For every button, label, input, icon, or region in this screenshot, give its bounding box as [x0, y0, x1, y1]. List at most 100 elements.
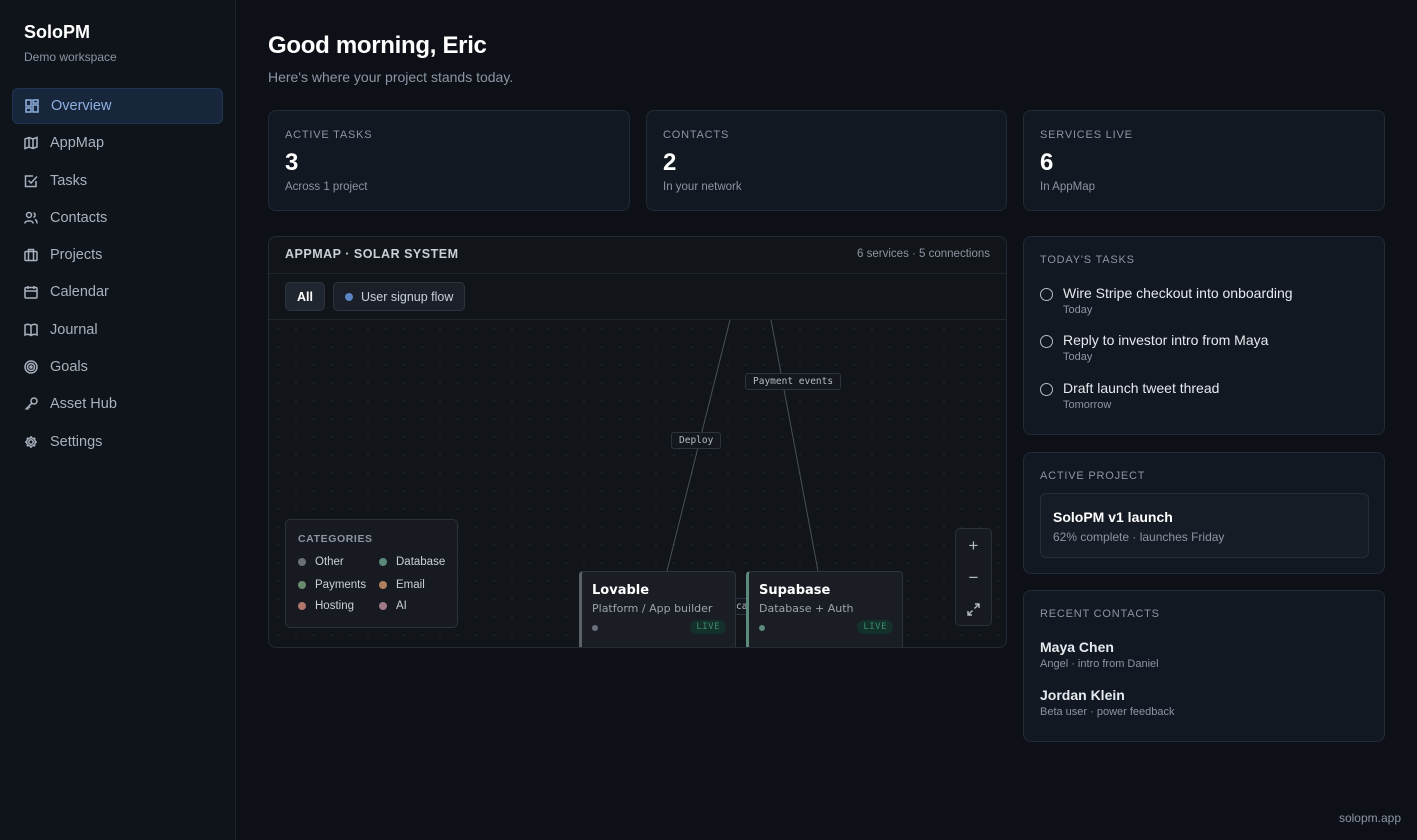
node-description: Database + Auth [759, 602, 854, 615]
legend-label: Other [315, 556, 344, 568]
stat-label: CONTACTS [663, 129, 730, 141]
sidebar-item-overview[interactable]: Overview [12, 88, 223, 124]
project-name: SoloPM v1 launch [1053, 509, 1173, 525]
task-checkbox[interactable] [1040, 288, 1053, 301]
stat-card-contacts[interactable]: CONTACTS 2 In your network [646, 110, 1007, 211]
legend-item-email: Email [379, 579, 425, 591]
sidebar-item-appmap[interactable]: AppMap [12, 125, 223, 161]
sidebar-item-goals[interactable]: Goals [12, 349, 223, 385]
stat-value: 6 [1040, 149, 1054, 176]
fit-view-button[interactable] [956, 594, 991, 625]
section-title: TODAY'S TASKS [1040, 254, 1135, 266]
section-title: ACTIVE PROJECT [1040, 470, 1146, 482]
sidebar-item-label: Goals [50, 359, 88, 376]
legend-item-payments: Payments [298, 579, 366, 591]
stat-card-services-live[interactable]: SERVICES LIVE 6 In AppMap [1023, 110, 1385, 211]
map-icon [24, 136, 38, 150]
contact-item[interactable]: Jordan Klein Beta user · power feedback [1040, 687, 1360, 721]
legend-label: Email [396, 579, 425, 591]
contact-item[interactable]: Maya Chen Angel · intro from Daniel [1040, 639, 1360, 673]
project-item[interactable]: SoloPM v1 launch 62% complete · launches… [1040, 493, 1369, 558]
task-item[interactable]: Reply to investor intro from Maya Today [1040, 332, 1360, 372]
appmap-title: APPMAP · SOLAR SYSTEM [285, 247, 459, 261]
task-title: Wire Stripe checkout into onboarding [1063, 285, 1293, 301]
legend-dot-icon [379, 581, 387, 589]
appmap-meta: 6 services · 5 connections [857, 248, 990, 260]
stat-note: In AppMap [1040, 181, 1095, 193]
zoom-in-button[interactable]: + [956, 530, 991, 561]
edge-payment-events [770, 320, 819, 572]
task-checkbox[interactable] [1040, 383, 1053, 396]
sidebar-item-label: Settings [50, 433, 103, 450]
legend-item-hosting: Hosting [298, 600, 354, 612]
brand-name[interactable]: SoloPM [24, 22, 90, 43]
legend-label: Payments [315, 579, 367, 591]
appmap-panel: APPMAP · SOLAR SYSTEM 6 services · 5 con… [268, 236, 1007, 648]
users-icon [24, 211, 38, 225]
node-lovable[interactable]: Lovable Platform / App builder LIVE [579, 571, 736, 647]
chip-label: User signup flow [361, 289, 454, 304]
filter-user-signup-flow-chip[interactable]: User signup flow [333, 282, 466, 311]
node-title: Supabase [759, 583, 831, 598]
sidebar-item-projects[interactable]: Projects [12, 237, 223, 273]
page-title: Good morning, Eric [268, 32, 487, 59]
edge-label-deploy[interactable]: Deploy [671, 432, 722, 449]
project-status: 62% complete · launches Friday [1053, 530, 1225, 544]
edge-label-payment-events[interactable]: Payment events [745, 373, 842, 390]
contact-name: Jordan Klein [1040, 687, 1125, 703]
sidebar-nav: Overview AppMap Tasks Contacts Projects … [12, 88, 223, 461]
appmap-header: APPMAP · SOLAR SYSTEM 6 services · 5 con… [269, 237, 1006, 274]
live-badge: LIVE [690, 620, 726, 634]
book-icon [24, 323, 38, 337]
filter-all-chip[interactable]: All [285, 282, 325, 311]
node-status-dot-icon [592, 625, 598, 631]
node-status-dot-icon [759, 625, 765, 631]
fullscreen-icon [967, 603, 980, 616]
task-due: Tomorrow [1063, 399, 1112, 411]
zoom-out-button[interactable]: − [956, 562, 991, 593]
sidebar-item-contacts[interactable]: Contacts [12, 200, 223, 236]
appmap-canvas[interactable]: Payment events Deploy ca CATEGORIES Othe… [269, 320, 1006, 647]
contact-note: Angel · intro from Daniel [1040, 658, 1159, 670]
sidebar-item-journal[interactable]: Journal [12, 312, 223, 348]
active-project-card: ACTIVE PROJECT SoloPM v1 launch 62% comp… [1023, 452, 1385, 574]
workspace-name: Demo workspace [24, 50, 117, 64]
categories-legend: CATEGORIES Other Database Payments Email… [285, 519, 458, 628]
task-item[interactable]: Wire Stripe checkout into onboarding Tod… [1040, 285, 1360, 325]
zoom-controls: + − [955, 528, 992, 626]
task-due: Today [1063, 304, 1093, 316]
sidebar-item-settings[interactable]: Settings [12, 424, 223, 460]
briefcase-icon [24, 248, 38, 262]
node-supabase[interactable]: Supabase Database + Auth LIVE [746, 571, 903, 647]
contact-note: Beta user · power feedback [1040, 706, 1175, 718]
legend-title: CATEGORIES [298, 533, 373, 545]
legend-dot-icon [298, 602, 306, 610]
task-item[interactable]: Draft launch tweet thread Tomorrow [1040, 380, 1360, 420]
legend-label: Hosting [315, 600, 354, 612]
sidebar-item-tasks[interactable]: Tasks [12, 163, 223, 199]
live-badge: LIVE [857, 620, 893, 634]
contact-name: Maya Chen [1040, 639, 1114, 655]
gear-icon [24, 435, 38, 449]
task-checkbox[interactable] [1040, 335, 1053, 348]
sidebar-item-asset-hub[interactable]: Asset Hub [12, 386, 223, 422]
sidebar-item-label: Projects [50, 247, 103, 264]
todays-tasks-card: TODAY'S TASKS Wire Stripe checkout into … [1023, 236, 1385, 435]
legend-item-ai: AI [379, 600, 407, 612]
section-title: RECENT CONTACTS [1040, 608, 1160, 620]
key-icon [24, 397, 38, 411]
sidebar-item-label: Journal [50, 321, 98, 338]
stat-note: In your network [663, 181, 742, 193]
node-title: Lovable [592, 583, 650, 598]
stat-value: 2 [663, 149, 677, 176]
stat-card-active-tasks[interactable]: ACTIVE TASKS 3 Across 1 project [268, 110, 630, 211]
sidebar-item-label: Asset Hub [50, 396, 117, 413]
task-due: Today [1063, 351, 1093, 363]
footer-domain: solopm.app [1338, 811, 1401, 825]
sidebar-item-label: Contacts [50, 209, 108, 226]
recent-contacts-card: RECENT CONTACTS Maya Chen Angel · intro … [1023, 590, 1385, 742]
appmap-filters: All User signup flow [269, 274, 1006, 320]
sidebar-item-calendar[interactable]: Calendar [12, 274, 223, 310]
stat-label: SERVICES LIVE [1040, 129, 1133, 141]
legend-item-database: Database [379, 556, 445, 568]
